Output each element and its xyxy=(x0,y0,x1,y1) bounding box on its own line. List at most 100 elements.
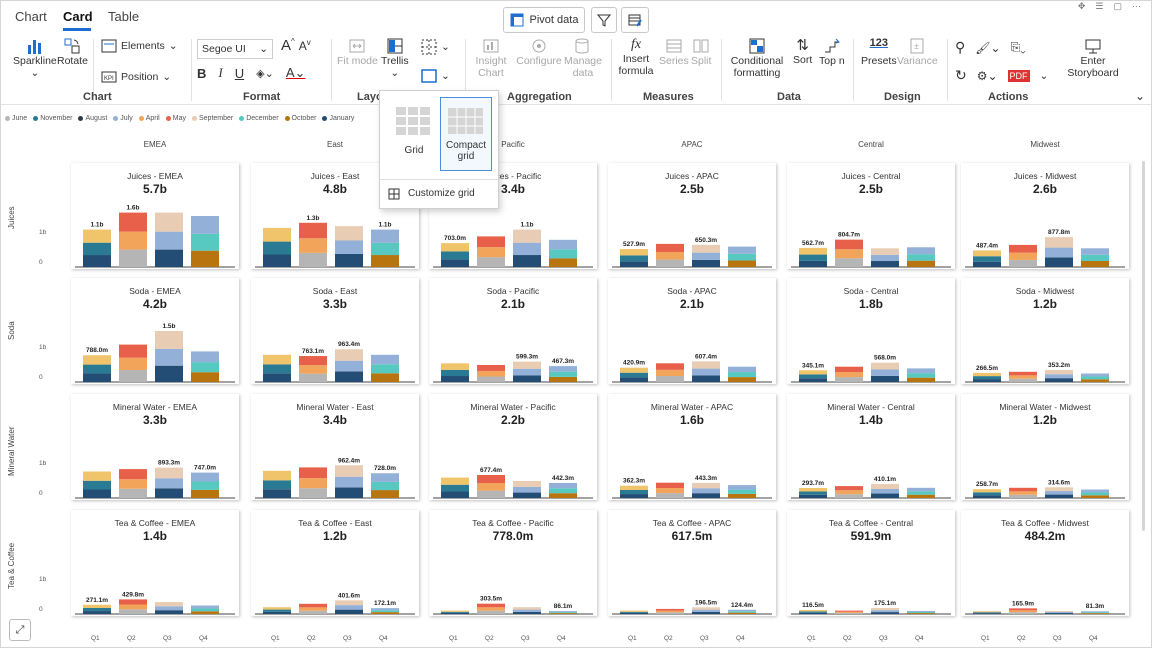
legend-item[interactable]: May xyxy=(165,115,186,122)
fill-color-icon[interactable]: ◈⌄ xyxy=(256,67,274,80)
bar-segment xyxy=(191,351,219,363)
kpi-card[interactable]: Tea & Coffee - APAC 617.5m 196.5m 124.4m xyxy=(608,510,776,616)
insert-formula-button[interactable]: fx Insert formula xyxy=(615,37,657,77)
legend-item[interactable]: January xyxy=(322,115,354,122)
menu-icon[interactable]: ☰ xyxy=(1095,1,1103,12)
legend-item[interactable]: April xyxy=(138,115,160,122)
bar-segment xyxy=(155,365,183,382)
kpi-card[interactable]: Soda - Midwest 1.2b 266.5m 353.2m xyxy=(961,278,1129,384)
expand-icon[interactable]: ▢ xyxy=(1113,1,1122,12)
trellis-button[interactable]: Trellis ⌄ xyxy=(381,37,409,79)
italic-icon[interactable]: I xyxy=(218,65,222,81)
table-edit-button[interactable] xyxy=(621,7,649,33)
tab-chart[interactable]: Chart xyxy=(15,9,47,24)
mode-toggle-icon[interactable]: ⤢ xyxy=(9,619,31,641)
kpi-card[interactable]: Mineral Water - Pacific 2.2b 677.4m 442.3m xyxy=(429,394,597,500)
kpi-card[interactable]: Tea & Coffee - Midwest 484.2m 165.9m 81.3m xyxy=(961,510,1129,616)
kpi-card[interactable]: Mineral Water - East 3.4b 962.4m 728.0m xyxy=(251,394,419,500)
kpi-card[interactable]: Tea & Coffee - Pacific 778.0m 303.5m 86.1m xyxy=(429,510,597,616)
kpi-card[interactable]: Juices - EMEA 5.7b 1.1b 1.6b xyxy=(71,163,239,269)
position-button[interactable]: KPI Position ⌄ xyxy=(101,70,171,84)
font-select[interactable]: Segoe UI ⌄ xyxy=(197,39,273,59)
legend-item[interactable]: July xyxy=(113,115,133,122)
manage-data-button[interactable]: Manage data xyxy=(563,37,603,79)
enter-storyboard-button[interactable]: Enter Storyboard xyxy=(1061,37,1125,79)
sort-button[interactable]: ⇅ Sort xyxy=(793,37,812,66)
legend-item[interactable]: September xyxy=(191,115,233,122)
underline-icon[interactable]: U xyxy=(235,66,244,81)
legend-label: November xyxy=(40,115,73,122)
border-button[interactable]: ⌄ xyxy=(421,69,450,83)
vertical-scrollbar[interactable] xyxy=(1142,161,1145,531)
top-n-label: Top n xyxy=(819,55,845,67)
customize-grid-item[interactable]: Customize grid xyxy=(380,179,498,207)
series-button[interactable]: Series xyxy=(659,37,689,67)
card-chart: 362.3m 443.3m xyxy=(612,475,772,499)
actions-row-1: ⚲ 🖌⌄ ⎘⌄ xyxy=(955,39,1026,56)
bar-segment xyxy=(907,254,935,261)
bar-segment xyxy=(907,613,935,614)
grow-font-icon[interactable]: A^ xyxy=(281,37,295,54)
legend-item[interactable]: October xyxy=(284,115,316,122)
settings-icon[interactable]: ⚙⌄ xyxy=(977,69,998,83)
kpi-card[interactable]: Tea & Coffee - Central 591.9m 116.5m 175.1m xyxy=(787,510,955,616)
pdf-icon[interactable]: PDF xyxy=(1007,69,1030,82)
kpi-card[interactable]: Mineral Water - EMEA 3.3b 893.3m 747.0m xyxy=(71,394,239,500)
configure-button[interactable]: Configure xyxy=(516,37,562,67)
bar-segment xyxy=(119,344,147,358)
font-color-icon[interactable]: A⌄ xyxy=(286,65,306,81)
shrink-font-icon[interactable]: Av xyxy=(299,38,311,53)
insight-chart-button[interactable]: Insight Chart xyxy=(471,37,511,79)
collapse-ribbon-icon[interactable]: ⌄ xyxy=(1135,89,1145,103)
export-icon[interactable]: ⎘⌄ xyxy=(1011,40,1026,55)
bar-segment xyxy=(263,470,291,481)
grid-lines-button[interactable]: ⌄ xyxy=(421,39,450,55)
kpi-card[interactable]: Mineral Water - Midwest 1.2b 258.7m 314.6m xyxy=(961,394,1129,500)
kpi-card[interactable]: Tea & Coffee - East 1.2b 401.6m 172.1m xyxy=(251,510,419,616)
bar-segment xyxy=(907,368,935,374)
paint-icon[interactable]: 🖌⌄ xyxy=(975,41,1000,55)
bold-icon[interactable]: B xyxy=(197,66,206,81)
kpi-card[interactable]: Juices - Central 2.5b 562.7m 804.7m xyxy=(787,163,955,269)
legend-item[interactable]: November xyxy=(33,115,72,122)
kpi-card[interactable]: Soda - East 3.3b 763.1m 963.4m xyxy=(251,278,419,384)
more-icon[interactable]: ··· xyxy=(1132,1,1141,12)
kpi-card[interactable]: Soda - Pacific 2.1b 599.3m 467.3m xyxy=(429,278,597,384)
x-axis-tick-label: Q2 xyxy=(485,635,494,642)
legend-item[interactable]: August xyxy=(78,115,107,122)
pin-icon[interactable]: ✥ xyxy=(1078,1,1086,12)
fit-mode-button[interactable]: Fit mode xyxy=(337,37,378,67)
bar-segment xyxy=(1045,247,1073,258)
kpi-card[interactable]: Soda - APAC 2.1b 420.9m 607.4m xyxy=(608,278,776,384)
data-label: 487.4m xyxy=(976,242,998,249)
kpi-card[interactable]: Juices - Midwest 2.6b 487.4m 877.8m xyxy=(961,163,1129,269)
top-n-button[interactable]: Top n xyxy=(819,37,845,67)
presets-button[interactable]: 123 Presets xyxy=(861,37,897,67)
legend-item[interactable]: December xyxy=(239,115,279,122)
elements-button[interactable]: Elements ⌄ xyxy=(101,39,178,53)
kpi-card[interactable]: Juices - APAC 2.5b 527.9m 650.3m xyxy=(608,163,776,269)
variance-button[interactable]: ± Variance xyxy=(897,37,938,67)
legend-item[interactable]: June xyxy=(5,115,27,122)
kpi-card[interactable]: Soda - EMEA 4.2b 788.0m 1.5b xyxy=(71,278,239,384)
tab-card[interactable]: Card xyxy=(63,9,93,24)
bar-segment xyxy=(620,494,648,498)
conditional-formatting-button[interactable]: Conditional formatting xyxy=(725,37,789,79)
refresh-icon[interactable]: ↻ xyxy=(955,67,967,84)
separator xyxy=(721,39,722,101)
rotate-button[interactable]: Rotate xyxy=(57,37,88,67)
kpi-card[interactable]: Mineral Water - APAC 1.6b 362.3m 443.3m xyxy=(608,394,776,500)
kpi-card[interactable]: Mineral Water - Central 1.4b 293.7m 410.1m xyxy=(787,394,955,500)
tab-table[interactable]: Table xyxy=(108,9,139,24)
compact-grid-option[interactable]: Compact grid xyxy=(440,97,492,171)
sparkline-button[interactable]: Sparkline ⌄ xyxy=(13,37,57,79)
kpi-card[interactable]: Soda - Central 1.8b 345.1m 568.0m xyxy=(787,278,955,384)
kpi-card[interactable]: Tea & Coffee - EMEA 1.4b 271.1m 429.8m xyxy=(71,510,239,616)
filter-button[interactable] xyxy=(591,7,617,33)
data-label: 599.3m xyxy=(516,354,538,361)
split-button[interactable]: Split xyxy=(691,37,711,67)
insight-chart-label: Insight Chart xyxy=(475,55,507,80)
search-icon[interactable]: ⚲ xyxy=(955,39,965,56)
pivot-data-button[interactable]: Pivot data xyxy=(503,7,585,33)
grid-option[interactable]: Grid xyxy=(388,97,440,171)
